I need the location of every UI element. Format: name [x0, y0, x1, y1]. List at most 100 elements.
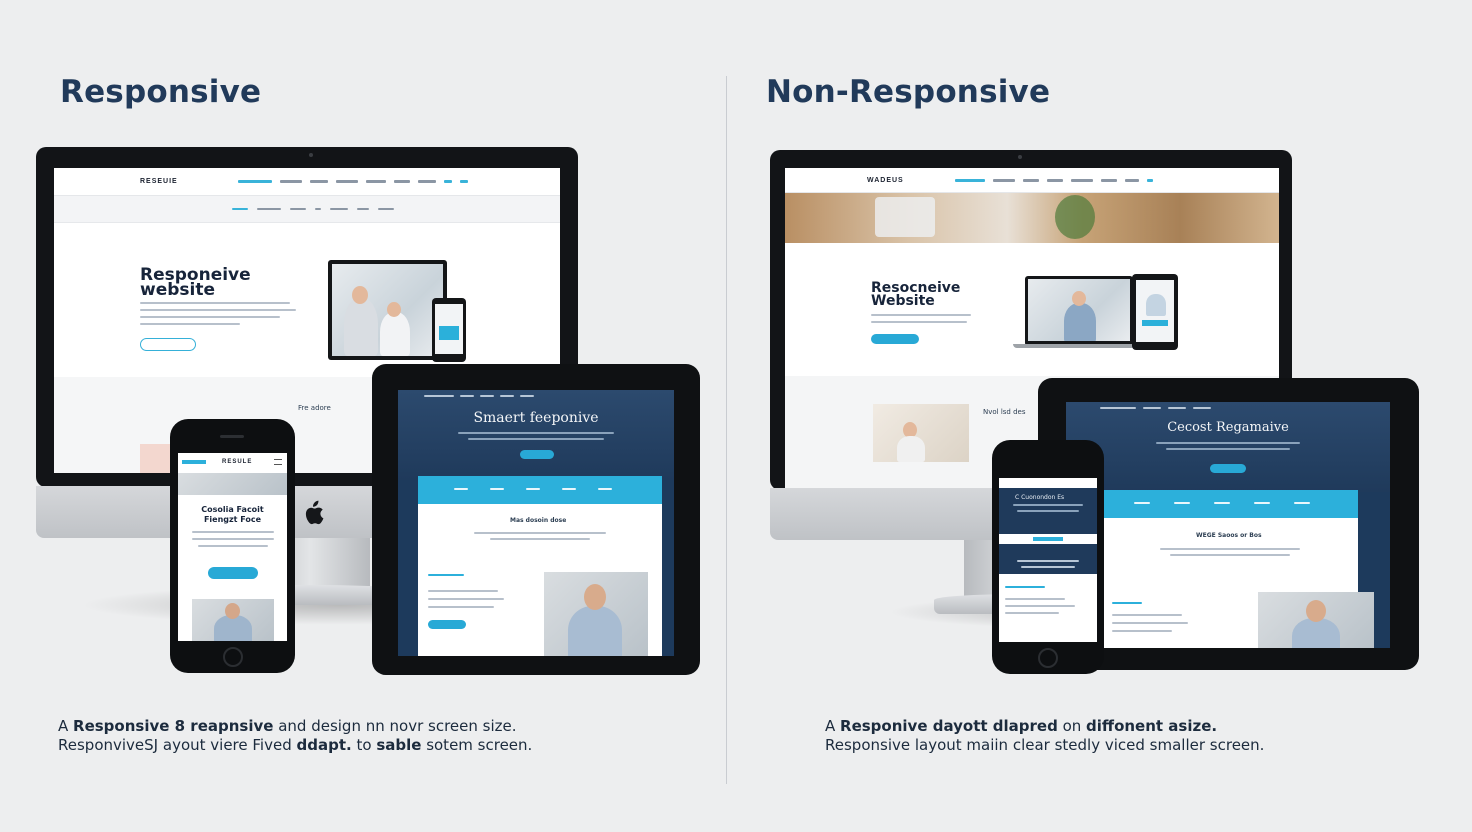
person-figure [1064, 303, 1096, 341]
sub-nav-link[interactable] [357, 208, 369, 210]
nav-icon[interactable] [444, 180, 452, 183]
site-nav-links [238, 180, 468, 183]
tablet-cta-button[interactable] [520, 450, 554, 459]
phone-nav-accent [182, 460, 206, 464]
sub-nav-links [232, 208, 394, 210]
hero-phone-block [1142, 320, 1168, 326]
nav-link[interactable] [336, 180, 358, 183]
tablet-section-title: WEGE Saoos or Bos [1196, 532, 1262, 539]
phone-home-button[interactable] [1038, 648, 1058, 668]
tablet-screen: Smaert feeponive Mas dosoin dose [398, 390, 674, 656]
person-head [225, 603, 240, 619]
tablet-nav-link[interactable] [1143, 407, 1161, 409]
hero-title-line2: website [140, 280, 216, 301]
sub-nav-link[interactable] [290, 208, 306, 210]
sub-nav-link[interactable] [315, 208, 321, 210]
tablet-nav-link[interactable] [460, 395, 474, 397]
site-nav-links [955, 179, 1153, 182]
banner-plant [1055, 195, 1095, 239]
tablet-nav-link[interactable] [1168, 407, 1186, 409]
tablet-nav [424, 395, 534, 397]
tablet-feature-band [418, 476, 662, 504]
nav-link[interactable] [418, 180, 436, 183]
tablet-nav-link[interactable] [1100, 407, 1136, 409]
nav-icon[interactable] [460, 180, 468, 183]
person-figure [568, 606, 622, 656]
nav-link[interactable] [993, 179, 1015, 182]
tablet-feature-band [1104, 490, 1358, 518]
phone-hero-image [178, 473, 287, 495]
phone-device: C Cuonondon Es [992, 440, 1104, 674]
caption-text: SJ [144, 736, 159, 754]
phone-nav-bar [999, 478, 1097, 488]
nav-link[interactable] [1125, 179, 1139, 182]
feature-item [1254, 502, 1270, 504]
tablet-nav-link[interactable] [424, 395, 454, 397]
tablet-cta-button[interactable] [1210, 464, 1246, 473]
caption-bold: Responsive 8 reapnsive [73, 717, 274, 735]
tablet-nav-link[interactable] [500, 395, 514, 397]
sub-nav-link[interactable] [257, 208, 281, 210]
nav-icon[interactable] [1147, 179, 1153, 182]
tablet-nav-link[interactable] [480, 395, 494, 397]
caption-text: A [58, 717, 74, 735]
nav-link[interactable] [955, 179, 985, 182]
phone-text-line [192, 538, 274, 540]
nav-link[interactable] [1101, 179, 1117, 182]
nav-link[interactable] [280, 180, 302, 183]
monitor-camera [309, 153, 313, 157]
responsive-panel: Responsive RESEUIE Responeive website Fr… [0, 0, 727, 832]
hamburger-menu-icon[interactable] [274, 459, 282, 465]
hero-tablet-image [328, 260, 447, 360]
person-head [1306, 600, 1326, 622]
feature-item [598, 488, 612, 490]
nav-link[interactable] [1023, 179, 1039, 182]
tablet-hero-title: Cecost Regamaive [1167, 420, 1289, 435]
tablet-hero-text [458, 432, 614, 434]
person-head [352, 286, 368, 304]
tablet-nav-link[interactable] [1193, 407, 1211, 409]
phone-photo [192, 599, 274, 641]
caption-line1: A Responive dayott dlapred on diffonent … [825, 717, 1264, 736]
hero-phone-screen [435, 304, 463, 354]
tablet-nav-link[interactable] [520, 395, 534, 397]
person-figure [897, 436, 925, 462]
site-sub-nav [54, 196, 560, 223]
sub-nav-link[interactable] [378, 208, 394, 210]
sub-nav-link[interactable] [330, 208, 348, 210]
tablet-photo [1258, 592, 1374, 648]
site-banner-image [785, 193, 1279, 243]
tablet-device: Smaert feeponive Mas dosoin dose [372, 364, 700, 675]
tablet-section-title: Mas dosoin dose [510, 517, 567, 524]
nav-link[interactable] [394, 180, 410, 183]
hero-phone-block [439, 326, 459, 340]
phone-heading-line1: Cosolia Facoit [201, 505, 264, 514]
person-head [1072, 291, 1086, 306]
phone-text-line [1017, 510, 1079, 512]
caption-bold: Responive dayott dlapred [840, 717, 1058, 735]
nav-link[interactable] [238, 180, 272, 183]
feature-item [1174, 502, 1190, 504]
tablet-card-button[interactable] [428, 620, 466, 629]
site-nav-bar: WADEUS [785, 168, 1279, 193]
tablet-text [428, 590, 498, 592]
hero-cta-button[interactable] [871, 334, 919, 344]
nav-link[interactable] [310, 180, 328, 183]
nav-link[interactable] [366, 180, 386, 183]
caption-line2: Responsive layout maiin clear stedly vic… [825, 736, 1265, 754]
tablet-text [1112, 630, 1172, 632]
phone-text-line [1005, 605, 1075, 607]
sub-nav-link[interactable] [232, 208, 248, 210]
nav-link[interactable] [1071, 179, 1093, 182]
caption-bold: diffonent asize. [1086, 717, 1218, 735]
nav-link[interactable] [1047, 179, 1063, 182]
phone-home-button[interactable] [223, 647, 243, 667]
caption-text: to [351, 736, 377, 754]
tablet-section-text [490, 538, 590, 540]
feature-item [1134, 502, 1150, 504]
phone-cta-button[interactable] [208, 567, 258, 579]
hero-phone-image [432, 298, 466, 362]
hero-cta-button[interactable] [140, 338, 196, 351]
section-label: Nvol lsd des [983, 408, 1026, 416]
hero-text-line [140, 323, 240, 325]
